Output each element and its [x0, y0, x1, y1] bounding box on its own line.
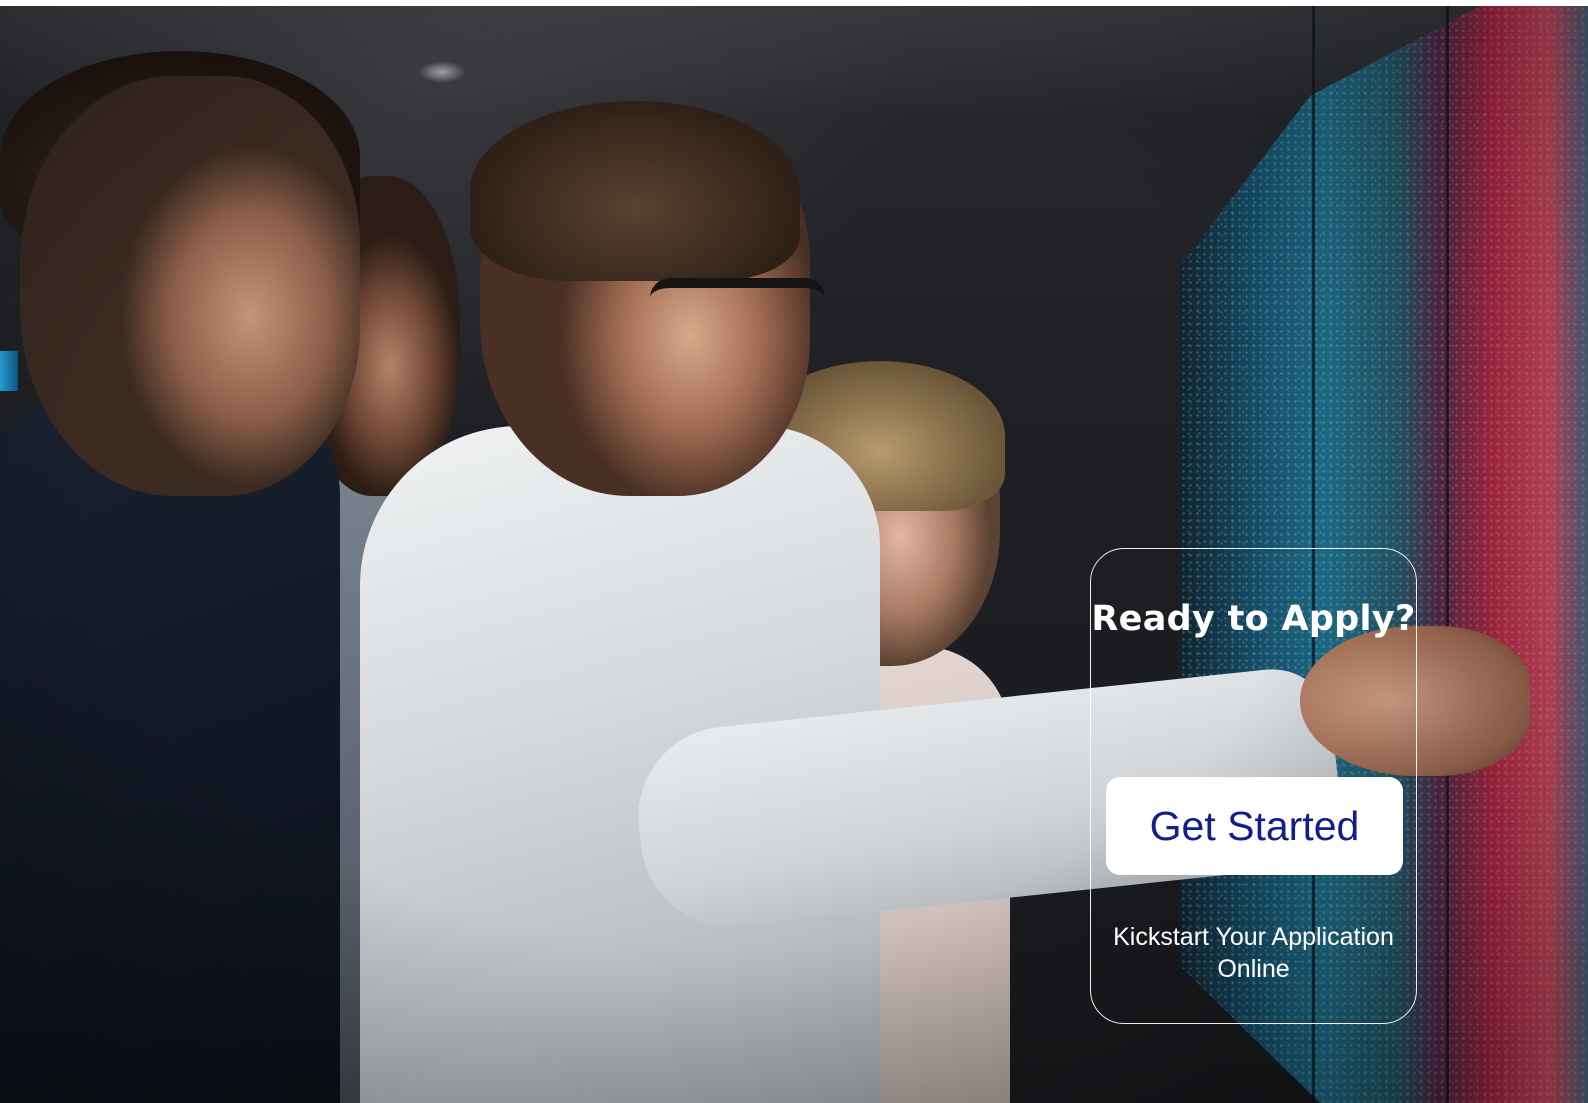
cta-subtitle: Kickstart Your Application Online [1113, 923, 1394, 983]
cta-title: Ready to Apply? [1091, 599, 1416, 639]
hero-section: Ready to Apply? Get Started Kickstart Yo… [0, 6, 1588, 1103]
apply-cta-card: Ready to Apply? Get Started Kickstart Yo… [1090, 548, 1417, 1024]
get-started-button[interactable]: Get Started [1106, 777, 1403, 875]
